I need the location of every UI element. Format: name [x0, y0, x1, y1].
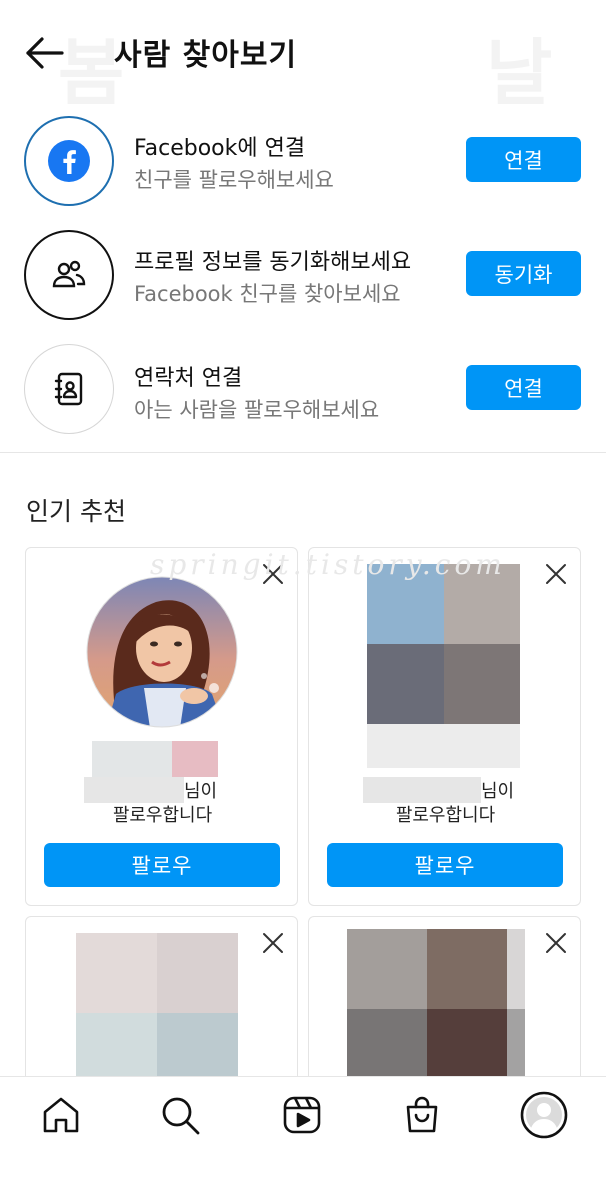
close-icon[interactable]	[261, 931, 285, 955]
avatar[interactable]	[367, 564, 520, 768]
sync-profile-row: 프로필 정보를 동기화해보세요 Facebook 친구를 찾아보세요 동기화	[0, 226, 606, 326]
bottom-nav	[0, 1076, 606, 1178]
connect-contacts-button[interactable]: 연결	[466, 365, 581, 410]
connect-contacts-subtitle: 아는 사람을 팔로우해보세요	[134, 398, 380, 422]
follow-button[interactable]: 팔로우	[327, 843, 563, 887]
home-icon[interactable]	[39, 1093, 83, 1137]
follower-name-redacted	[84, 777, 184, 803]
followed-by-text: 팔로우합니다	[395, 805, 496, 826]
connect-facebook-title: Facebook에 연결	[134, 136, 306, 161]
followed-by-text: 님이	[184, 781, 218, 802]
contacts-icon	[24, 344, 114, 434]
username-redacted	[172, 741, 218, 777]
watermark-right: 날	[486, 31, 553, 115]
suggestion-card: 님이 팔로우합니다 팔로우	[308, 547, 581, 906]
username-redacted	[92, 741, 172, 777]
connect-contacts-row: 연락처 연결 아는 사람을 팔로우해보세요 연결	[0, 340, 606, 440]
follower-name-redacted	[363, 777, 481, 803]
sync-button[interactable]: 동기화	[466, 251, 581, 296]
avatar[interactable]	[347, 929, 525, 1099]
facebook-icon	[24, 116, 114, 206]
suggestion-card: 님이 팔로우합니다 팔로우	[25, 547, 298, 906]
close-icon[interactable]	[544, 931, 568, 955]
header: 봄 날 사람 찾아보기	[0, 0, 606, 115]
watermark-text: springit.tistory.com	[150, 548, 506, 581]
search-icon[interactable]	[158, 1093, 202, 1137]
follow-button[interactable]: 팔로우	[44, 843, 280, 887]
connect-contacts-title: 연락처 연결	[134, 366, 243, 391]
shop-icon[interactable]	[400, 1093, 444, 1137]
people-icon	[24, 230, 114, 320]
section-divider	[0, 452, 606, 453]
connect-facebook-subtitle: 친구를 팔로우해보세요	[134, 168, 334, 192]
close-icon[interactable]	[544, 562, 568, 586]
connect-facebook-row: Facebook에 연결 친구를 팔로우해보세요 연결	[0, 112, 606, 212]
followed-by-text: 팔로우합니다	[112, 805, 213, 826]
page-title: 사람 찾아보기	[114, 38, 298, 73]
connect-facebook-button[interactable]: 연결	[466, 137, 581, 182]
back-arrow-icon[interactable]	[22, 30, 68, 76]
sync-profile-title: 프로필 정보를 동기화해보세요	[134, 250, 412, 275]
followed-by-text: 님이	[481, 781, 515, 802]
section-title: 인기 추천	[26, 497, 126, 526]
profile-avatar[interactable]	[520, 1091, 568, 1139]
reels-icon[interactable]	[280, 1093, 324, 1137]
sync-profile-subtitle: Facebook 친구를 찾아보세요	[134, 282, 401, 306]
avatar[interactable]	[86, 576, 238, 728]
